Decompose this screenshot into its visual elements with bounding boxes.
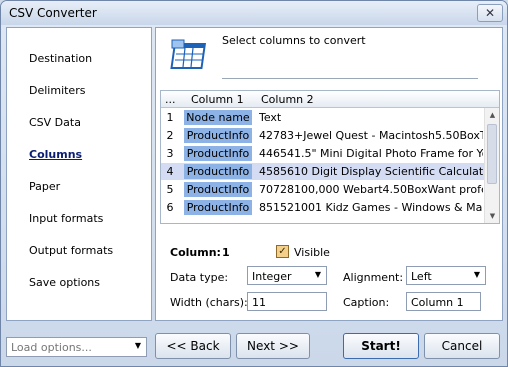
width-field[interactable]: 11 bbox=[247, 292, 327, 311]
window-title: CSV Converter bbox=[9, 6, 97, 20]
header-divider bbox=[222, 78, 478, 79]
header-row-number: ... bbox=[165, 93, 176, 106]
caption-value: Column 1 bbox=[411, 296, 464, 309]
sidebar-item-save-options[interactable]: Save options bbox=[29, 276, 100, 289]
cell-column-2[interactable]: 42783+Jewel Quest - Macintosh5.50BoxTota… bbox=[259, 129, 483, 142]
cell-column-2[interactable]: 4585610 Digit Display Scientific Calcula… bbox=[259, 165, 483, 178]
table-row[interactable]: 1 Node name Text bbox=[161, 109, 485, 126]
title-bar: CSV Converter ✕ bbox=[1, 1, 507, 25]
row-number: 5 bbox=[166, 183, 174, 196]
table-columns-icon bbox=[170, 36, 210, 75]
cell-column-1[interactable]: ProductInfo bbox=[184, 182, 252, 197]
cell-column-1[interactable]: ProductInfo bbox=[184, 128, 252, 143]
data-type-label: Data type: bbox=[170, 271, 229, 284]
row-number: 3 bbox=[166, 147, 174, 160]
next-button[interactable]: Next >> bbox=[236, 333, 310, 359]
cell-column-1[interactable]: ProductInfo bbox=[184, 164, 252, 179]
row-number: 6 bbox=[166, 201, 174, 214]
header-column-2[interactable]: Column 2 bbox=[261, 93, 314, 106]
visible-checkbox[interactable]: ✓ bbox=[276, 245, 289, 258]
cell-column-2[interactable]: 70728100,000 Webart4.50BoxWant professic bbox=[259, 183, 483, 196]
sidebar-item-csv-data[interactable]: CSV Data bbox=[29, 116, 81, 129]
table-row[interactable]: 3 ProductInfo 446541.5" Mini Digital Pho… bbox=[161, 145, 485, 162]
csv-converter-window: CSV Converter ✕ Destination Delimiters C… bbox=[0, 0, 508, 367]
width-value: 11 bbox=[252, 296, 266, 309]
table-row[interactable]: 6 ProductInfo 851521001 Kidz Games - Win… bbox=[161, 199, 485, 216]
caption-label: Caption: bbox=[343, 296, 390, 309]
close-button[interactable]: ✕ bbox=[477, 4, 503, 22]
load-options-placeholder: Load options... bbox=[11, 341, 92, 354]
data-type-select[interactable]: Integer ▼ bbox=[247, 266, 327, 285]
cell-column-2[interactable]: 851521001 Kidz Games - Windows & Macinto… bbox=[259, 201, 483, 214]
back-button[interactable]: << Back bbox=[155, 333, 231, 359]
column-number: 1 bbox=[222, 246, 230, 259]
scrollbar-thumb[interactable] bbox=[487, 124, 497, 184]
cell-column-1[interactable]: ProductInfo bbox=[184, 146, 252, 161]
data-type-value: Integer bbox=[252, 270, 292, 283]
sidebar: Destination Delimiters CSV Data Columns … bbox=[6, 27, 152, 321]
table-row-selected[interactable]: 4 ProductInfo 4585610 Digit Display Scie… bbox=[161, 163, 485, 180]
cancel-button[interactable]: Cancel bbox=[424, 333, 500, 359]
start-button[interactable]: Start! bbox=[343, 333, 419, 359]
main-panel: Select columns to convert ... Column 1 C… bbox=[155, 27, 503, 321]
sidebar-item-destination[interactable]: Destination bbox=[29, 52, 92, 65]
checkmark-icon: ✓ bbox=[278, 246, 287, 257]
chevron-down-icon: ▼ bbox=[134, 341, 141, 350]
cell-column-2[interactable]: Text bbox=[259, 111, 483, 124]
sidebar-item-paper[interactable]: Paper bbox=[29, 180, 60, 193]
scroll-up-icon[interactable]: ▲ bbox=[485, 111, 499, 119]
sidebar-item-delimiters[interactable]: Delimiters bbox=[29, 84, 85, 97]
alignment-select[interactable]: Left ▼ bbox=[406, 266, 486, 285]
scroll-down-icon[interactable]: ▼ bbox=[485, 212, 499, 220]
sidebar-item-output-formats[interactable]: Output formats bbox=[29, 244, 113, 257]
columns-grid[interactable]: ... Column 1 Column 2 1 Node name Text 2… bbox=[160, 90, 500, 224]
cell-column-1[interactable]: ProductInfo bbox=[184, 200, 252, 215]
page-heading: Select columns to convert bbox=[222, 34, 366, 47]
width-label: Width (chars): bbox=[170, 296, 248, 309]
caption-field[interactable]: Column 1 bbox=[406, 292, 481, 311]
close-icon: ✕ bbox=[484, 6, 496, 20]
row-number: 2 bbox=[166, 129, 174, 142]
visible-label: Visible bbox=[294, 246, 330, 259]
table-row[interactable]: 5 ProductInfo 70728100,000 Webart4.50Box… bbox=[161, 181, 485, 198]
header-column-1[interactable]: Column 1 bbox=[191, 93, 244, 106]
row-number: 1 bbox=[166, 111, 174, 124]
cell-column-2[interactable]: 446541.5" Mini Digital Photo Frame for Y… bbox=[259, 147, 483, 160]
alignment-value: Left bbox=[411, 270, 432, 283]
grid-vertical-scrollbar[interactable]: ▲ ▼ bbox=[484, 108, 499, 223]
row-number: 4 bbox=[166, 165, 174, 178]
column-label: Column: bbox=[170, 246, 221, 259]
grid-header: ... Column 1 Column 2 bbox=[161, 91, 499, 108]
chevron-down-icon: ▼ bbox=[473, 270, 480, 279]
cell-column-1[interactable]: Node name bbox=[184, 110, 252, 125]
chevron-down-icon: ▼ bbox=[314, 270, 321, 279]
alignment-label: Alignment: bbox=[343, 271, 404, 284]
sidebar-item-input-formats[interactable]: Input formats bbox=[29, 212, 103, 225]
sidebar-item-columns[interactable]: Columns bbox=[29, 148, 82, 161]
table-row[interactable]: 2 ProductInfo 42783+Jewel Quest - Macint… bbox=[161, 127, 485, 144]
load-options-select[interactable]: Load options... ▼ bbox=[6, 337, 147, 357]
